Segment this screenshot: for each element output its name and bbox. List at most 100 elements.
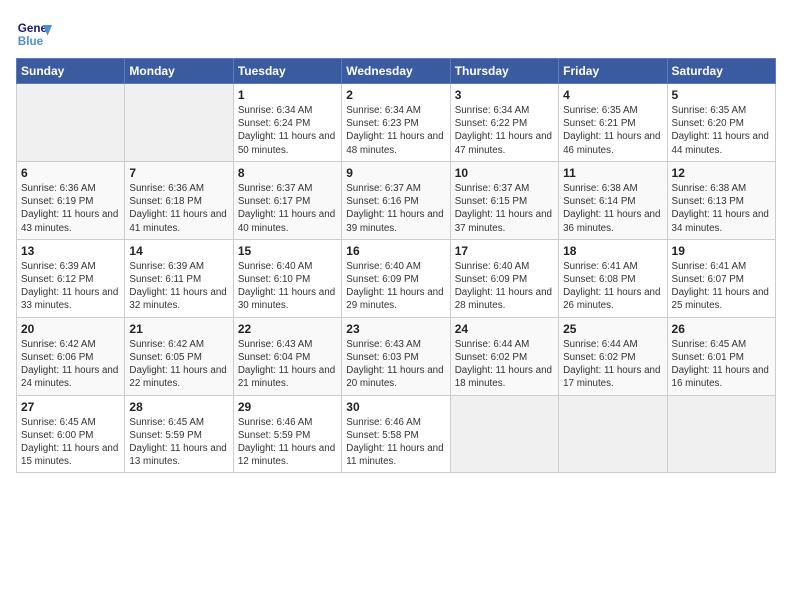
day-info: Sunrise: 6:43 AMSunset: 6:04 PMDaylight:… xyxy=(238,338,337,391)
day-cell: 8 Sunrise: 6:37 AMSunset: 6:17 PMDaylight… xyxy=(233,161,341,239)
day-number: 5 xyxy=(672,88,771,102)
day-cell: 9 Sunrise: 6:37 AMSunset: 6:16 PMDaylight… xyxy=(342,161,450,239)
header-cell-saturday: Saturday xyxy=(667,59,775,84)
day-info: Sunrise: 6:41 AMSunset: 6:07 PMDaylight:… xyxy=(672,260,771,313)
day-number: 7 xyxy=(129,166,228,180)
day-number: 23 xyxy=(346,322,445,336)
day-info: Sunrise: 6:37 AMSunset: 6:16 PMDaylight:… xyxy=(346,182,445,235)
day-number: 18 xyxy=(563,244,662,258)
day-number: 22 xyxy=(238,322,337,336)
day-number: 28 xyxy=(129,400,228,414)
day-cell: 18 Sunrise: 6:41 AMSunset: 6:08 PMDayligh… xyxy=(559,239,667,317)
day-cell: 23 Sunrise: 6:43 AMSunset: 6:03 PMDayligh… xyxy=(342,317,450,395)
day-info: Sunrise: 6:45 AMSunset: 6:00 PMDaylight:… xyxy=(21,416,120,469)
day-cell: 28 Sunrise: 6:45 AMSunset: 5:59 PMDayligh… xyxy=(125,395,233,473)
day-info: Sunrise: 6:35 AMSunset: 6:21 PMDaylight:… xyxy=(563,104,662,157)
day-number: 13 xyxy=(21,244,120,258)
day-cell: 12Sunrise: 6:38 AMSunset: 6:13 PMDayligh… xyxy=(667,161,775,239)
day-number: 3 xyxy=(455,88,554,102)
logo: General Blue xyxy=(16,16,52,52)
day-cell: 13 Sunrise: 6:39 AMSunset: 6:12 PMDayligh… xyxy=(17,239,125,317)
day-number: 8 xyxy=(238,166,337,180)
day-number: 10 xyxy=(455,166,554,180)
day-cell: 19 Sunrise: 6:41 AMSunset: 6:07 PMDayligh… xyxy=(667,239,775,317)
day-cell: 26 Sunrise: 6:45 AMSunset: 6:01 PMDayligh… xyxy=(667,317,775,395)
day-info: Sunrise: 6:36 AMSunset: 6:18 PMDaylight:… xyxy=(129,182,228,235)
header-cell-thursday: Thursday xyxy=(450,59,558,84)
day-cell xyxy=(125,84,233,162)
week-row-4: 20 Sunrise: 6:42 AMSunset: 6:06 PMDayligh… xyxy=(17,317,776,395)
day-info: Sunrise: 6:34 AMSunset: 6:24 PMDaylight:… xyxy=(238,104,337,157)
day-info: Sunrise: 6:40 AMSunset: 6:09 PMDaylight:… xyxy=(455,260,554,313)
day-cell: 25 Sunrise: 6:44 AMSunset: 6:02 PMDayligh… xyxy=(559,317,667,395)
day-cell: 15 Sunrise: 6:40 AMSunset: 6:10 PMDayligh… xyxy=(233,239,341,317)
day-number: 11 xyxy=(563,166,662,180)
day-cell: 30Sunrise: 6:46 AMSunset: 5:58 PMDayligh… xyxy=(342,395,450,473)
day-number: 1 xyxy=(238,88,337,102)
day-cell: 11 Sunrise: 6:38 AMSunset: 6:14 PMDayligh… xyxy=(559,161,667,239)
day-cell: 10 Sunrise: 6:37 AMSunset: 6:15 PMDayligh… xyxy=(450,161,558,239)
day-cell: 2 Sunrise: 6:34 AMSunset: 6:23 PMDaylight… xyxy=(342,84,450,162)
day-info: Sunrise: 6:45 AMSunset: 6:01 PMDaylight:… xyxy=(672,338,771,391)
day-number: 20 xyxy=(21,322,120,336)
day-number: 19 xyxy=(672,244,771,258)
week-row-1: 1 Sunrise: 6:34 AMSunset: 6:24 PMDaylight… xyxy=(17,84,776,162)
day-info: Sunrise: 6:45 AMSunset: 5:59 PMDaylight:… xyxy=(129,416,228,469)
day-info: Sunrise: 6:46 AMSunset: 5:58 PMDaylight:… xyxy=(346,416,445,469)
day-number: 27 xyxy=(21,400,120,414)
day-cell: 6 Sunrise: 6:36 AMSunset: 6:19 PMDaylight… xyxy=(17,161,125,239)
day-number: 17 xyxy=(455,244,554,258)
day-number: 29 xyxy=(238,400,337,414)
day-cell: 3 Sunrise: 6:34 AMSunset: 6:22 PMDaylight… xyxy=(450,84,558,162)
day-number: 21 xyxy=(129,322,228,336)
day-number: 9 xyxy=(346,166,445,180)
day-info: Sunrise: 6:37 AMSunset: 6:17 PMDaylight:… xyxy=(238,182,337,235)
day-info: Sunrise: 6:34 AMSunset: 6:22 PMDaylight:… xyxy=(455,104,554,157)
day-cell: 29 Sunrise: 6:46 AMSunset: 5:59 PMDayligh… xyxy=(233,395,341,473)
day-cell: 5Sunrise: 6:35 AMSunset: 6:20 PMDaylight… xyxy=(667,84,775,162)
calendar-table: SundayMondayTuesdayWednesdayThursdayFrid… xyxy=(16,58,776,473)
logo-icon: General Blue xyxy=(16,16,52,52)
day-info: Sunrise: 6:38 AMSunset: 6:13 PMDaylight:… xyxy=(672,182,771,235)
day-cell xyxy=(559,395,667,473)
week-row-2: 6 Sunrise: 6:36 AMSunset: 6:19 PMDaylight… xyxy=(17,161,776,239)
day-cell: 20 Sunrise: 6:42 AMSunset: 6:06 PMDayligh… xyxy=(17,317,125,395)
day-info: Sunrise: 6:42 AMSunset: 6:06 PMDaylight:… xyxy=(21,338,120,391)
header-cell-friday: Friday xyxy=(559,59,667,84)
day-info: Sunrise: 6:37 AMSunset: 6:15 PMDaylight:… xyxy=(455,182,554,235)
day-info: Sunrise: 6:39 AMSunset: 6:11 PMDaylight:… xyxy=(129,260,228,313)
day-number: 15 xyxy=(238,244,337,258)
day-cell: 14 Sunrise: 6:39 AMSunset: 6:11 PMDayligh… xyxy=(125,239,233,317)
header-cell-sunday: Sunday xyxy=(17,59,125,84)
day-cell: 22 Sunrise: 6:43 AMSunset: 6:04 PMDayligh… xyxy=(233,317,341,395)
day-number: 26 xyxy=(672,322,771,336)
day-info: Sunrise: 6:41 AMSunset: 6:08 PMDaylight:… xyxy=(563,260,662,313)
week-row-3: 13 Sunrise: 6:39 AMSunset: 6:12 PMDayligh… xyxy=(17,239,776,317)
day-info: Sunrise: 6:40 AMSunset: 6:10 PMDaylight:… xyxy=(238,260,337,313)
day-info: Sunrise: 6:42 AMSunset: 6:05 PMDaylight:… xyxy=(129,338,228,391)
day-number: 14 xyxy=(129,244,228,258)
day-number: 25 xyxy=(563,322,662,336)
header-row: SundayMondayTuesdayWednesdayThursdayFrid… xyxy=(17,59,776,84)
day-info: Sunrise: 6:36 AMSunset: 6:19 PMDaylight:… xyxy=(21,182,120,235)
day-info: Sunrise: 6:46 AMSunset: 5:59 PMDaylight:… xyxy=(238,416,337,469)
day-number: 2 xyxy=(346,88,445,102)
day-cell xyxy=(667,395,775,473)
day-info: Sunrise: 6:43 AMSunset: 6:03 PMDaylight:… xyxy=(346,338,445,391)
svg-text:Blue: Blue xyxy=(18,35,44,48)
day-cell: 24Sunrise: 6:44 AMSunset: 6:02 PMDayligh… xyxy=(450,317,558,395)
day-info: Sunrise: 6:38 AMSunset: 6:14 PMDaylight:… xyxy=(563,182,662,235)
header-cell-monday: Monday xyxy=(125,59,233,84)
day-number: 4 xyxy=(563,88,662,102)
header: General Blue xyxy=(16,16,776,52)
day-info: Sunrise: 6:44 AMSunset: 6:02 PMDaylight:… xyxy=(455,338,554,391)
header-cell-tuesday: Tuesday xyxy=(233,59,341,84)
day-info: Sunrise: 6:39 AMSunset: 6:12 PMDaylight:… xyxy=(21,260,120,313)
day-cell: 1 Sunrise: 6:34 AMSunset: 6:24 PMDaylight… xyxy=(233,84,341,162)
day-info: Sunrise: 6:34 AMSunset: 6:23 PMDaylight:… xyxy=(346,104,445,157)
day-number: 6 xyxy=(21,166,120,180)
day-cell: 17 Sunrise: 6:40 AMSunset: 6:09 PMDayligh… xyxy=(450,239,558,317)
day-cell: 21 Sunrise: 6:42 AMSunset: 6:05 PMDayligh… xyxy=(125,317,233,395)
day-cell: 7 Sunrise: 6:36 AMSunset: 6:18 PMDaylight… xyxy=(125,161,233,239)
day-info: Sunrise: 6:44 AMSunset: 6:02 PMDaylight:… xyxy=(563,338,662,391)
